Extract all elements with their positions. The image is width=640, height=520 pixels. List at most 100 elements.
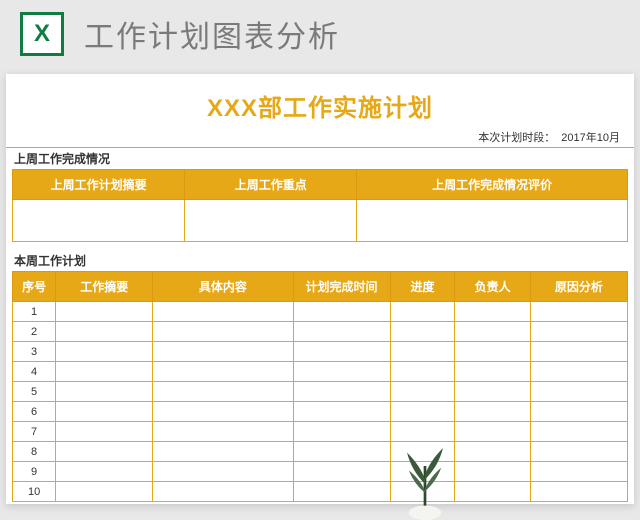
cell[interactable]: 5	[13, 382, 56, 402]
cell[interactable]	[56, 362, 153, 382]
table-row[interactable]: 8	[13, 442, 628, 462]
spreadsheet[interactable]: XXX部工作实施计划 本次计划时段： 2017年10月 上周工作完成情况 上周工…	[6, 74, 634, 502]
cell[interactable]	[455, 482, 531, 502]
cell[interactable]	[293, 362, 390, 382]
cell[interactable]	[293, 382, 390, 402]
cell[interactable]	[56, 482, 153, 502]
cell[interactable]	[530, 382, 627, 402]
this-week-table[interactable]: 序号 工作摘要 具体内容 计划完成时间 进度 负责人 原因分析 12345678…	[12, 271, 628, 502]
cell[interactable]	[455, 302, 531, 322]
table-row[interactable]: 10	[13, 482, 628, 502]
cell[interactable]: 1	[13, 302, 56, 322]
cell[interactable]	[390, 322, 455, 342]
col-header-summary[interactable]: 工作摘要	[56, 272, 153, 302]
cell[interactable]	[390, 362, 455, 382]
cell[interactable]	[530, 482, 627, 502]
col-header-detail[interactable]: 具体内容	[153, 272, 293, 302]
table-row[interactable]	[13, 200, 628, 242]
cell[interactable]	[455, 322, 531, 342]
cell[interactable]	[357, 200, 628, 242]
cell[interactable]	[13, 200, 185, 242]
col-header-eval[interactable]: 上周工作完成情况评价	[357, 170, 628, 200]
cell[interactable]	[56, 322, 153, 342]
cell[interactable]	[153, 442, 293, 462]
cell[interactable]	[530, 462, 627, 482]
cell[interactable]	[293, 402, 390, 422]
cell[interactable]	[56, 342, 153, 362]
cell[interactable]	[56, 302, 153, 322]
cell[interactable]	[56, 422, 153, 442]
col-header-progress[interactable]: 进度	[390, 272, 455, 302]
cell[interactable]: 2	[13, 322, 56, 342]
lower-section-label[interactable]: 本周工作计划	[6, 250, 634, 271]
cell[interactable]	[293, 462, 390, 482]
cell[interactable]	[293, 342, 390, 362]
col-header-num[interactable]: 序号	[13, 272, 56, 302]
col-header-reason[interactable]: 原因分析	[530, 272, 627, 302]
col-header-owner[interactable]: 负责人	[455, 272, 531, 302]
cell[interactable]	[293, 302, 390, 322]
cell[interactable]	[455, 422, 531, 442]
cell[interactable]	[530, 402, 627, 422]
cell[interactable]	[530, 362, 627, 382]
table-row[interactable]: 7	[13, 422, 628, 442]
cell[interactable]	[390, 342, 455, 362]
cell[interactable]	[293, 322, 390, 342]
cell[interactable]	[56, 382, 153, 402]
cell[interactable]	[153, 462, 293, 482]
table-row[interactable]: 5	[13, 382, 628, 402]
cell[interactable]	[185, 200, 357, 242]
cell[interactable]	[455, 442, 531, 462]
last-week-table[interactable]: 上周工作计划摘要 上周工作重点 上周工作完成情况评价	[12, 169, 628, 242]
cell[interactable]	[56, 402, 153, 422]
cell[interactable]: 8	[13, 442, 56, 462]
cell[interactable]	[530, 302, 627, 322]
cell[interactable]: 10	[13, 482, 56, 502]
cell[interactable]	[390, 482, 455, 502]
col-header-time[interactable]: 计划完成时间	[293, 272, 390, 302]
cell[interactable]	[153, 422, 293, 442]
table-row[interactable]: 6	[13, 402, 628, 422]
cell[interactable]	[530, 422, 627, 442]
cell[interactable]	[153, 342, 293, 362]
cell[interactable]	[390, 402, 455, 422]
cell[interactable]	[293, 442, 390, 462]
plan-period-row[interactable]: 本次计划时段： 2017年10月	[6, 129, 634, 148]
col-header-focus[interactable]: 上周工作重点	[185, 170, 357, 200]
cell[interactable]	[153, 322, 293, 342]
table-row[interactable]: 3	[13, 342, 628, 362]
cell[interactable]	[153, 382, 293, 402]
cell[interactable]	[390, 382, 455, 402]
cell[interactable]	[455, 382, 531, 402]
cell[interactable]: 4	[13, 362, 56, 382]
col-header-summary[interactable]: 上周工作计划摘要	[13, 170, 185, 200]
cell[interactable]	[293, 482, 390, 502]
cell[interactable]	[153, 362, 293, 382]
cell[interactable]	[153, 402, 293, 422]
cell[interactable]: 6	[13, 402, 56, 422]
cell[interactable]: 3	[13, 342, 56, 362]
table-row[interactable]: 9	[13, 462, 628, 482]
cell[interactable]	[455, 402, 531, 422]
cell[interactable]	[455, 362, 531, 382]
cell[interactable]	[530, 442, 627, 462]
cell[interactable]	[530, 322, 627, 342]
table-row[interactable]: 1	[13, 302, 628, 322]
cell[interactable]	[455, 342, 531, 362]
cell[interactable]	[390, 462, 455, 482]
table-row[interactable]: 4	[13, 362, 628, 382]
table-row[interactable]: 2	[13, 322, 628, 342]
cell[interactable]	[390, 442, 455, 462]
cell[interactable]	[56, 442, 153, 462]
cell[interactable]	[56, 462, 153, 482]
cell[interactable]	[293, 422, 390, 442]
cell[interactable]	[153, 482, 293, 502]
cell[interactable]	[153, 302, 293, 322]
cell[interactable]	[530, 342, 627, 362]
cell[interactable]	[455, 462, 531, 482]
cell[interactable]: 9	[13, 462, 56, 482]
cell[interactable]	[390, 422, 455, 442]
cell[interactable]: 7	[13, 422, 56, 442]
cell[interactable]	[390, 302, 455, 322]
upper-section-label[interactable]: 上周工作完成情况	[6, 148, 634, 169]
